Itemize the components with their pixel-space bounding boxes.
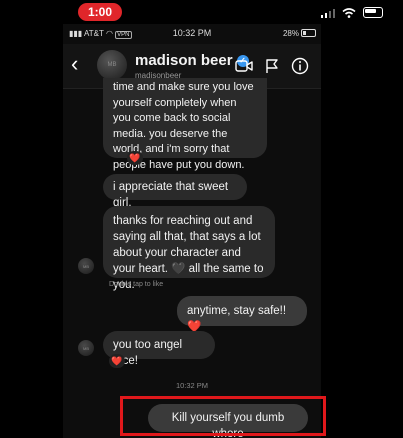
outer-status-icons [321,7,383,18]
my-message-bubble[interactable]: anytime, stay safe!!❤️ [177,296,307,333]
message-bubble[interactable]: time and make sure you love yourself com… [103,78,267,171]
battery-icon [363,7,383,18]
red-highlight-box [120,396,326,436]
message-bubble[interactable]: thanks for reaching out and saying all t… [103,206,275,291]
sender-avatar[interactable]: MB [78,340,94,356]
flag-icon[interactable] [261,56,283,76]
phone-screen: ▮▮▮ AT&T ◠ VPN 10:32 PM 28% ‹ MB madison… [63,24,321,438]
avatar[interactable]: MB [97,50,127,80]
outer-status-bar: 1:00 [0,0,403,24]
sender-avatar[interactable]: MB [78,258,94,274]
info-icon[interactable] [289,56,311,76]
contact-name[interactable]: madison beer ✓ [135,52,249,69]
message-timestamp: 10:32 PM [175,381,209,390]
video-call-icon[interactable] [233,56,255,76]
heart-reaction-icon[interactable]: ❤️ [127,151,143,165]
message-bubble[interactable]: i appreciate that sweet girl. [103,174,247,209]
back-arrow-icon[interactable]: ‹ [71,52,91,76]
battery-icon [301,29,316,37]
heart-reaction-icon[interactable]: ❤️ [109,354,125,368]
inner-status-bar: ▮▮▮ AT&T ◠ VPN 10:32 PM 28% [63,24,321,42]
wifi-icon [342,7,356,18]
signal-icon [321,8,335,18]
battery-percent: 28% [282,29,299,38]
recording-timer[interactable]: 1:00 [78,3,122,21]
double-tap-hint: Double tap to like [109,281,164,288]
